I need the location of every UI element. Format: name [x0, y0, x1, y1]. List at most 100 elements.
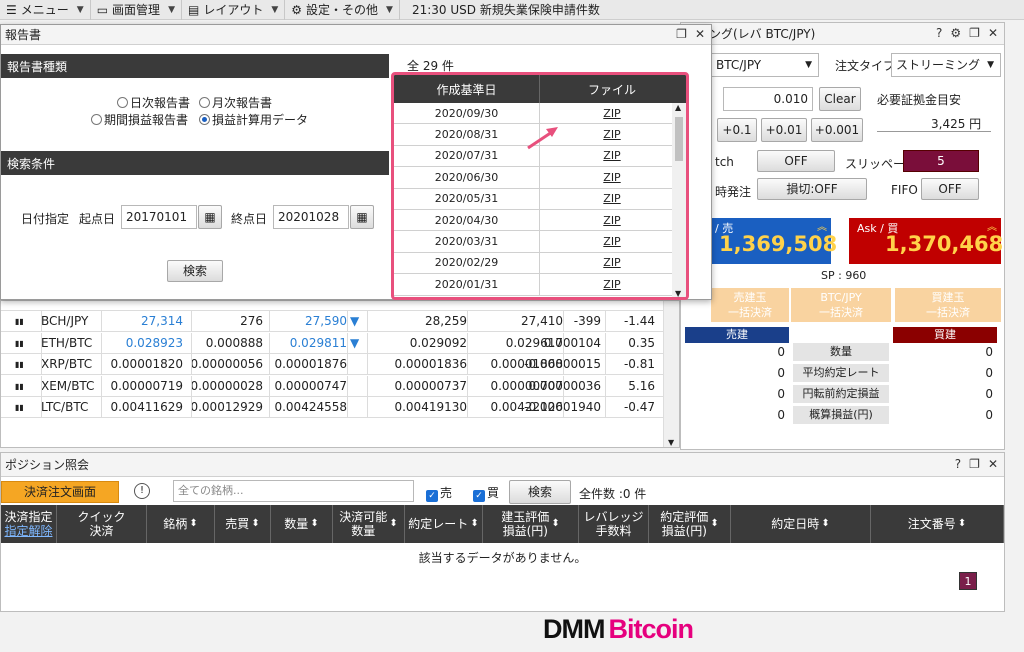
- table-row[interactable]: ▮▮ BCH/JPY 27,314 276 27,590 28,259 27,410 -399…: [1, 311, 663, 332]
- symbol-select[interactable]: BTC/JPY ▼: [711, 53, 819, 77]
- column-header[interactable]: 決済指定 指定解除: [1, 505, 57, 543]
- ask-button[interactable]: Ask / 買 ︽ 1,370,468: [849, 218, 1003, 264]
- table-row[interactable]: ▮▮ XEM/BTC 0.00000719 0.00000028 0.00000747 0…: [1, 375, 663, 397]
- sort-icon[interactable]: ⬍: [251, 517, 259, 531]
- position-search-button[interactable]: 検索: [509, 480, 571, 504]
- chart-icon[interactable]: ▮▮: [15, 376, 24, 397]
- zip-download-link[interactable]: ZIP: [603, 256, 620, 269]
- sort-icon[interactable]: ⬍: [821, 517, 829, 531]
- clear-button[interactable]: Clear: [819, 87, 861, 111]
- step-0-1-button[interactable]: +0.1: [717, 118, 757, 142]
- scroll-down-icon[interactable]: ▼: [668, 438, 674, 447]
- bulk-sell-button[interactable]: 売建玉 一括決済: [711, 288, 789, 322]
- column-divider: [467, 311, 468, 332]
- zip-download-link[interactable]: ZIP: [603, 149, 620, 162]
- column-header[interactable]: 注文番号 ⬍: [871, 505, 1004, 543]
- news-ticker[interactable]: 21:30 USD 新規失業保険申請件数: [400, 1, 600, 18]
- table-row[interactable]: ▮▮ ETH/BTC 0.028923 0.000888 0.029811 0.02909…: [1, 332, 663, 354]
- rate-scrollbar[interactable]: ▼: [663, 301, 679, 447]
- zip-download-link[interactable]: ZIP: [603, 235, 620, 248]
- start-date-input[interactable]: 20170101: [121, 205, 197, 229]
- table-row[interactable]: [1, 301, 663, 311]
- close-icon[interactable]: ✕: [988, 26, 998, 40]
- symbol-filter-input[interactable]: 全ての銘柄...: [173, 480, 414, 502]
- file-scrollbar[interactable]: ▲ ▼: [672, 103, 686, 297]
- sort-icon[interactable]: ⬍: [551, 517, 559, 531]
- sort-icon[interactable]: ⬍: [470, 517, 478, 531]
- column-header[interactable]: 建玉評価 損益(円) ⬍: [483, 505, 579, 543]
- column-header[interactable]: 約定日時 ⬍: [731, 505, 871, 543]
- help-icon[interactable]: ?: [955, 457, 961, 471]
- menu-screen[interactable]: ▭ 画面管理 ▼: [91, 0, 182, 20]
- spread-value: SP : 960: [821, 269, 867, 282]
- restore-icon[interactable]: ❐: [676, 27, 687, 41]
- chart-icon[interactable]: ▮▮: [15, 354, 24, 375]
- sort-icon[interactable]: ⬍: [389, 517, 397, 531]
- column-header[interactable]: 約定レート ⬍: [405, 505, 483, 543]
- quantity-input[interactable]: 0.010: [723, 87, 813, 111]
- radio-daily[interactable]: 日次報告書: [117, 94, 190, 111]
- buy-checkbox[interactable]: ✓ 買: [473, 484, 499, 502]
- radio-period[interactable]: 期間損益報告書: [91, 111, 188, 128]
- scroll-thumb[interactable]: [675, 117, 683, 161]
- calendar-icon[interactable]: ▦: [350, 205, 374, 229]
- scroll-up-icon[interactable]: ▲: [675, 103, 681, 112]
- chart-icon[interactable]: ▮▮: [15, 311, 24, 332]
- bulk-pair-button[interactable]: BTC/JPY 一括決済: [791, 288, 891, 322]
- column-header[interactable]: クイック 決済: [57, 505, 147, 543]
- chart-icon[interactable]: ▮▮: [15, 333, 24, 354]
- step-0-01-button[interactable]: +0.01: [761, 118, 807, 142]
- zip-download-link[interactable]: ZIP: [603, 192, 620, 205]
- page-1-button[interactable]: 1: [959, 572, 977, 590]
- table-row[interactable]: ▮▮ XRP/BTC 0.00001820 0.00000056 0.00001876 0…: [1, 354, 663, 375]
- cell-bid: 0.00001820: [110, 357, 183, 371]
- zip-download-link[interactable]: ZIP: [603, 171, 620, 184]
- column-header[interactable]: 売買 ⬍: [215, 505, 271, 543]
- column-header[interactable]: 決済可能 数量 ⬍: [333, 505, 405, 543]
- bid-button[interactable]: / 売 ︽ 1,369,508: [711, 218, 837, 264]
- column-header[interactable]: レバレッジ 手数料: [579, 505, 649, 543]
- column-header[interactable]: 数量 ⬍: [271, 505, 333, 543]
- settle-order-button[interactable]: 決済注文画面: [1, 481, 119, 503]
- bulk-buy-button[interactable]: 買建玉 一括決済: [895, 288, 1001, 322]
- order-type-select[interactable]: ストリーミング ▼: [891, 53, 1001, 77]
- column-header[interactable]: 約定評価 損益(円) ⬍: [649, 505, 731, 543]
- menu-layout[interactable]: ▤ レイアウト ▼: [182, 0, 286, 20]
- radio-pnl-data[interactable]: 損益計算用データ: [199, 111, 308, 128]
- info-icon[interactable]: !: [134, 483, 150, 499]
- restore-icon[interactable]: ❐: [969, 26, 980, 40]
- zip-download-link[interactable]: ZIP: [603, 107, 620, 120]
- table-row[interactable]: ▮▮ LTC/BTC 0.00411629 0.00012929 0.00424558 0…: [1, 397, 663, 418]
- summary-label: 数量: [793, 343, 889, 361]
- search-button[interactable]: 検索: [167, 260, 223, 282]
- sort-icon[interactable]: ⬍: [710, 517, 718, 531]
- zip-download-link[interactable]: ZIP: [603, 128, 620, 141]
- sell-checkbox[interactable]: ✓ 売: [426, 484, 452, 502]
- sort-icon[interactable]: ⬍: [310, 517, 318, 531]
- radio-monthly[interactable]: 月次報告書: [199, 94, 272, 111]
- end-date-input[interactable]: 20201028: [273, 205, 349, 229]
- column-divider: [269, 311, 270, 332]
- scroll-down-icon[interactable]: ▼: [675, 289, 681, 297]
- restore-icon[interactable]: ❐: [969, 457, 980, 471]
- menu-main[interactable]: ☰ メニュー ▼: [0, 0, 91, 20]
- close-icon[interactable]: ✕: [988, 457, 998, 471]
- calendar-icon[interactable]: ▦: [198, 205, 222, 229]
- stoploss-toggle[interactable]: 損切:OFF: [757, 178, 867, 200]
- column-divider: [41, 375, 42, 397]
- clear-selection-link[interactable]: 指定解除: [4, 524, 52, 538]
- zip-download-link[interactable]: ZIP: [603, 278, 620, 291]
- slippage-value[interactable]: 5: [903, 150, 979, 172]
- sort-icon[interactable]: ⬍: [958, 517, 966, 531]
- step-0-001-button[interactable]: +0.001: [811, 118, 863, 142]
- chart-icon[interactable]: ▮▮: [15, 397, 24, 418]
- close-icon[interactable]: ✕: [695, 27, 705, 41]
- gear-icon[interactable]: ⚙: [950, 26, 961, 40]
- zip-download-link[interactable]: ZIP: [603, 214, 620, 227]
- match-toggle[interactable]: OFF: [757, 150, 835, 172]
- help-icon[interactable]: ?: [936, 26, 942, 40]
- fifo-toggle[interactable]: OFF: [921, 178, 979, 200]
- sort-icon[interactable]: ⬍: [189, 517, 197, 531]
- column-header[interactable]: 銘柄 ⬍: [147, 505, 215, 543]
- menu-settings[interactable]: ⚙ 設定・その他 ▼: [285, 0, 400, 20]
